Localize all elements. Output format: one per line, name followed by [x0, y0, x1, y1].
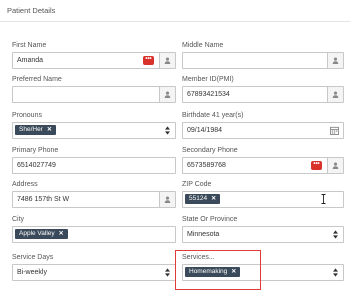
city-select[interactable]: Apple Valley ✕ [12, 226, 176, 243]
secondary-phone-value: 6573589768 [187, 162, 226, 169]
chevron-updown-icon[interactable] [333, 230, 338, 239]
middle-name-input[interactable] [182, 52, 344, 69]
first-name-value: Amanda [17, 57, 44, 64]
member-id-label: Member ID(PMI) [182, 76, 234, 83]
secondary-phone-label: Secondary Phone [182, 147, 238, 154]
member-id-field: Member ID(PMI) 67893421534 [182, 76, 344, 104]
member-id-input[interactable]: 67893421534 [182, 86, 344, 103]
primary-phone-label: Primary Phone [12, 147, 59, 154]
birthdate-input[interactable]: 09/14/1984 [182, 122, 344, 139]
secondary-phone-input[interactable]: 6573589768 ••• [182, 157, 344, 174]
zip-code-chip: 55124 ✕ [185, 194, 221, 204]
close-icon[interactable]: ✕ [211, 194, 216, 204]
zip-code-select[interactable]: 55124 ✕ [182, 191, 344, 208]
zip-code-field: ZIP Code 55124 ✕ [182, 181, 344, 209]
first-name-label: First Name [12, 42, 47, 49]
calendar-icon[interactable] [330, 126, 339, 135]
city-chip-label: Apple Valley [19, 230, 55, 237]
preferred-name-label: Preferred Name [12, 76, 62, 83]
address-field: Address 7486 157th St W [12, 181, 176, 209]
city-field: City Apple Valley ✕ [12, 216, 176, 244]
pronouns-chip-label: She/Her [19, 126, 43, 133]
person-icon[interactable] [159, 192, 175, 207]
middle-name-field: Middle Name [182, 42, 344, 70]
city-label: City [12, 216, 25, 223]
close-icon[interactable]: ✕ [47, 125, 52, 135]
address-input[interactable]: 7486 157th St W [12, 191, 176, 208]
more-icon[interactable]: ••• [311, 161, 322, 170]
panel-header: Patient Details [0, 0, 350, 22]
chevron-updown-icon[interactable] [165, 268, 170, 277]
person-icon[interactable] [327, 87, 343, 102]
pronouns-field: Pronouns She/Her ✕ [12, 112, 176, 140]
secondary-phone-field: Secondary Phone 6573589768 ••• [182, 147, 344, 175]
state-select[interactable]: Minnesota [182, 226, 344, 243]
service-days-label: Service Days [12, 254, 54, 261]
page-title: Patient Details [7, 6, 56, 15]
text-cursor-icon [321, 194, 326, 204]
service-days-field: Service Days Bi-weekly [12, 254, 176, 282]
birthdate-field: Birthdate 41 year(s) 09/14/1984 [182, 112, 344, 140]
member-id-value: 67893421534 [187, 91, 230, 98]
address-value: 7486 157th St W [17, 196, 70, 203]
first-name-input[interactable]: Amanda ••• [12, 52, 176, 69]
close-icon[interactable]: ✕ [59, 229, 64, 239]
chevron-updown-icon[interactable] [333, 268, 338, 277]
person-icon[interactable] [159, 53, 175, 68]
primary-phone-value: 6514027749 [17, 162, 56, 169]
service-days-value: Bi-weekly [17, 269, 47, 276]
pronouns-chip: She/Her ✕ [15, 125, 56, 135]
city-chip: Apple Valley ✕ [15, 229, 68, 239]
person-icon[interactable] [159, 87, 175, 102]
birthdate-value: 09/14/1984 [187, 127, 223, 134]
pronouns-select[interactable]: She/Her ✕ [12, 122, 176, 139]
first-name-field: First Name Amanda ••• [12, 42, 176, 70]
zip-code-label: ZIP Code [182, 181, 212, 188]
birthdate-label: Birthdate 41 year(s) [182, 112, 244, 119]
services-highlight [175, 250, 261, 290]
state-label: State Or Province [182, 216, 238, 223]
primary-phone-field: Primary Phone 6514027749 [12, 147, 176, 175]
state-field: State Or Province Minnesota [182, 216, 344, 244]
service-days-select[interactable]: Bi-weekly [12, 264, 176, 281]
address-label: Address [12, 181, 38, 188]
preferred-name-input[interactable] [12, 86, 176, 103]
preferred-name-field: Preferred Name [12, 76, 176, 104]
middle-name-label: Middle Name [182, 42, 224, 49]
primary-phone-input[interactable]: 6514027749 [12, 157, 176, 174]
person-icon[interactable] [327, 158, 343, 173]
person-icon[interactable] [327, 53, 343, 68]
state-value: Minnesota [187, 231, 220, 238]
pronouns-label: Pronouns [12, 112, 42, 119]
chevron-updown-icon[interactable] [165, 126, 170, 135]
more-icon[interactable]: ••• [143, 56, 154, 65]
zip-code-chip-label: 55124 [189, 195, 208, 202]
